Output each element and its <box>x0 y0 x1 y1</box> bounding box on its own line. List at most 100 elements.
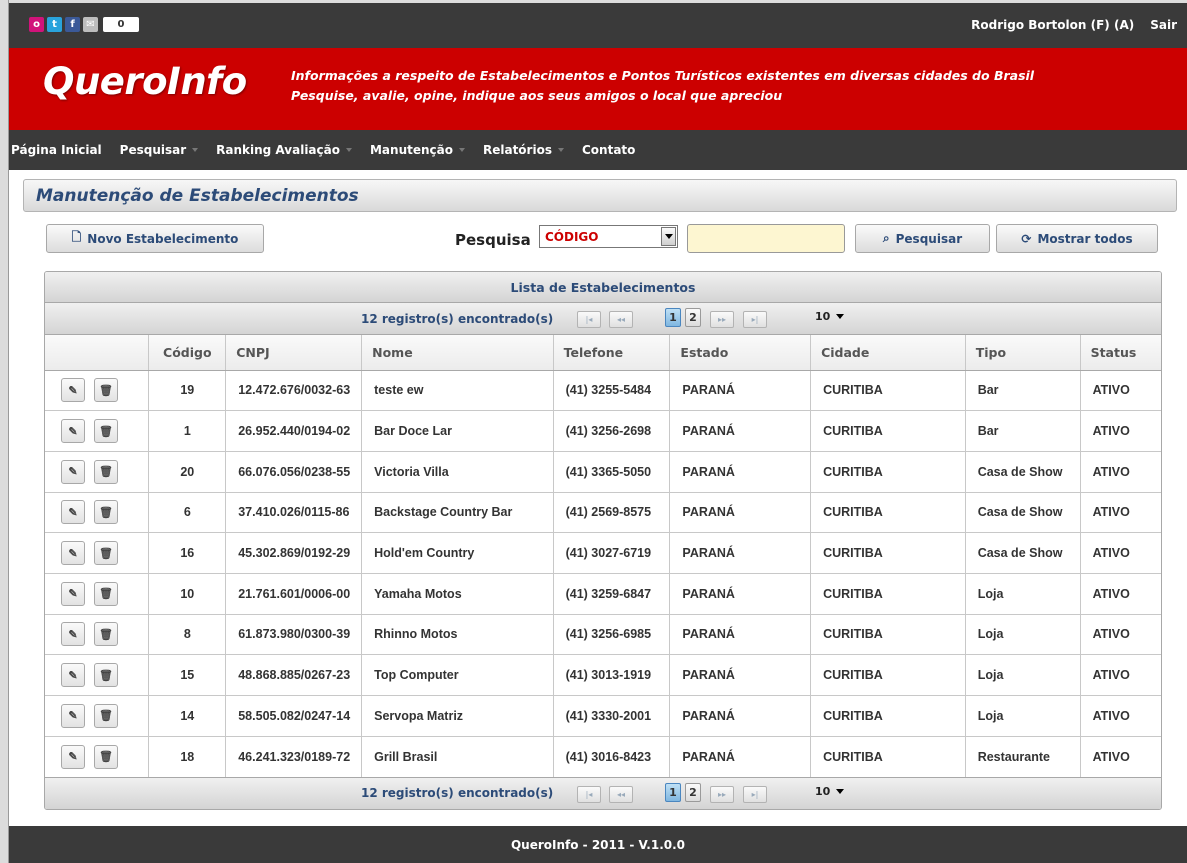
cell-nome: Hold'em Country <box>361 532 554 574</box>
col-cnpj[interactable]: CNPJ <box>225 335 363 371</box>
cell-cidade: CURITIBA <box>810 736 966 777</box>
prev-page-icon[interactable]: ◂◂ <box>609 311 633 328</box>
next-page-icon[interactable]: ▸▸ <box>710 311 734 328</box>
table-row: ✎ 🗑 20 66.076.056/0238-55 Victoria Villa (41)… <box>45 451 1161 493</box>
edit-icon[interactable]: ✎ <box>61 703 85 728</box>
col-tipo[interactable]: Tipo <box>965 335 1081 371</box>
site-logo[interactable]: QueroInfo <box>43 60 247 103</box>
paginator-top: 12 registro(s) encontrado(s) |◂ ◂◂ 1 2 ▸… <box>45 303 1161 335</box>
cell-cidade: CURITIBA <box>810 532 966 574</box>
edit-icon[interactable]: ✎ <box>61 663 85 688</box>
trash-icon[interactable]: 🗑 <box>94 459 118 484</box>
show-all-button[interactable]: ⟳ Mostrar todos <box>996 224 1158 253</box>
col-status[interactable]: Status <box>1080 335 1161 371</box>
edit-icon[interactable]: ✎ <box>61 581 85 606</box>
trash-icon[interactable]: 🗑 <box>94 378 118 403</box>
col-nome[interactable]: Nome <box>361 335 554 371</box>
edit-icon[interactable]: ✎ <box>61 419 85 444</box>
search-input[interactable] <box>687 224 845 253</box>
nav-reports[interactable]: Relatórios <box>483 143 564 157</box>
edit-icon[interactable]: ✎ <box>61 459 85 484</box>
cell-cidade: CURITIBA <box>810 695 966 737</box>
cell-estado: PARANÁ <box>669 532 812 574</box>
edit-icon[interactable]: ✎ <box>61 378 85 403</box>
row-actions: ✎ 🗑 <box>45 695 150 737</box>
edit-icon[interactable]: ✎ <box>61 541 85 566</box>
next-page-icon[interactable]: ▸▸ <box>710 785 734 803</box>
nav-search[interactable]: Pesquisar <box>120 143 199 157</box>
col-actions <box>45 335 150 371</box>
col-estado[interactable]: Estado <box>669 335 812 371</box>
cell-cnpj: 48.868.885/0267-23 <box>225 654 363 696</box>
page-1-button[interactable]: 1 <box>665 308 681 327</box>
col-codigo[interactable]: Código <box>148 335 227 371</box>
dropdown-arrow-icon[interactable] <box>661 227 676 246</box>
document-icon: 🗋 <box>71 230 82 244</box>
table-row: ✎ 🗑 16 45.302.869/0192-29 Hold'em Country (41… <box>45 532 1161 574</box>
cell-tipo: Loja <box>965 654 1081 696</box>
header-banner: QueroInfo Informações a respeito de Esta… <box>9 48 1187 130</box>
cell-cidade: CURITIBA <box>810 410 966 452</box>
prev-page-icon[interactable]: ◂◂ <box>609 785 633 803</box>
cell-tipo: Casa de Show <box>965 532 1081 574</box>
nav-contact[interactable]: Contato <box>582 143 635 157</box>
footer: QueroInfo - 2011 - V.1.0.0 <box>9 826 1187 863</box>
col-cidade[interactable]: Cidade <box>810 335 966 371</box>
cell-telefone: (41) 3256-2698 <box>553 410 671 452</box>
orkut-icon[interactable]: o <box>29 17 44 32</box>
table-header-row: Código CNPJ Nome Telefone Estado Cidade … <box>45 335 1161 371</box>
search-button[interactable]: ⌕ Pesquisar <box>855 224 990 253</box>
first-page-icon[interactable]: |◂ <box>577 785 601 803</box>
trash-icon[interactable]: 🗑 <box>94 703 118 728</box>
table-row: ✎ 🗑 1 26.952.440/0194-02 Bar Doce Lar (41) 32… <box>45 410 1161 452</box>
last-page-icon[interactable]: ▸| <box>743 785 767 803</box>
cell-cnpj: 66.076.056/0238-55 <box>225 451 363 493</box>
trash-icon[interactable]: 🗑 <box>94 419 118 444</box>
page-2-button[interactable]: 2 <box>685 782 701 802</box>
nav-maintenance[interactable]: Manutenção <box>370 143 465 157</box>
page-size-select[interactable]: 10 <box>815 785 845 798</box>
row-actions: ✎ 🗑 <box>45 573 150 615</box>
cell-tipo: Bar <box>965 410 1081 452</box>
logout-link[interactable]: Sair <box>1150 18 1177 32</box>
cell-nome: Backstage Country Bar <box>361 492 554 534</box>
trash-icon[interactable]: 🗑 <box>94 541 118 566</box>
new-establishment-button[interactable]: 🗋 Novo Estabelecimento <box>46 224 264 253</box>
trash-icon[interactable]: 🗑 <box>94 663 118 688</box>
edit-icon[interactable]: ✎ <box>61 622 85 647</box>
twitter-icon[interactable]: t <box>47 17 62 32</box>
last-page-icon[interactable]: ▸| <box>743 311 767 328</box>
page-2-button[interactable]: 2 <box>685 308 701 327</box>
search-field-select[interactable]: CÓDIGO <box>539 225 678 248</box>
trash-icon[interactable]: 🗑 <box>94 744 118 769</box>
cell-cidade: CURITIBA <box>810 451 966 493</box>
nav-ranking[interactable]: Ranking Avaliação <box>216 143 352 157</box>
row-actions: ✎ 🗑 <box>45 370 150 412</box>
cell-cnpj: 46.241.323/0189-72 <box>225 736 363 777</box>
edit-icon[interactable]: ✎ <box>61 744 85 769</box>
row-actions: ✎ 🗑 <box>45 492 150 534</box>
cell-tipo: Loja <box>965 695 1081 737</box>
page-size-select[interactable]: 10 <box>815 310 845 323</box>
trash-icon[interactable]: 🗑 <box>94 500 118 525</box>
user-name[interactable]: Rodrigo Bortolon (F) (A) <box>971 18 1134 32</box>
email-icon[interactable]: ✉ <box>83 17 98 32</box>
edit-icon[interactable]: ✎ <box>61 500 85 525</box>
cell-estado: PARANÁ <box>669 736 812 777</box>
cell-telefone: (41) 3256-6985 <box>553 614 671 656</box>
chevron-down-icon <box>557 148 564 152</box>
table-row: ✎ 🗑 10 21.761.601/0006-00 Yamaha Motos (41) 3… <box>45 573 1161 615</box>
cell-nome: Rhinno Motos <box>361 614 554 656</box>
share-counter: 0 <box>103 17 139 32</box>
first-page-icon[interactable]: |◂ <box>577 311 601 328</box>
nav-home[interactable]: Página Inicial <box>11 143 102 157</box>
page: o t f ✉ 0 Rodrigo Bortolon (F) (A) Sair … <box>9 0 1187 863</box>
trash-icon[interactable]: 🗑 <box>94 581 118 606</box>
page-1-button[interactable]: 1 <box>665 782 681 802</box>
table-row: ✎ 🗑 8 61.873.980/0300-39 Rhinno Motos (41) 32… <box>45 614 1161 656</box>
cell-telefone: (41) 3016-8423 <box>553 736 671 777</box>
trash-icon[interactable]: 🗑 <box>94 622 118 647</box>
col-telefone[interactable]: Telefone <box>553 335 671 371</box>
facebook-icon[interactable]: f <box>65 17 80 32</box>
user-area: Rodrigo Bortolon (F) (A) Sair <box>971 18 1177 32</box>
